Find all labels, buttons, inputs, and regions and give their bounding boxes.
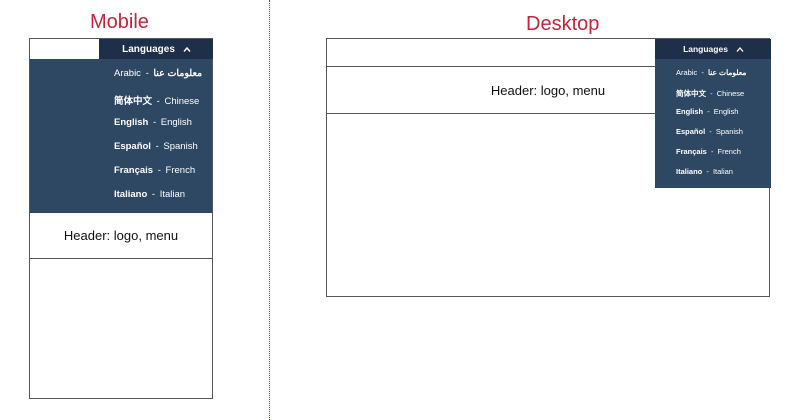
language-separator: - [156, 96, 160, 107]
language-native: Italiano [114, 189, 148, 200]
language-separator: - [145, 68, 149, 79]
language-english: English [160, 117, 192, 128]
mobile-frame: Languages Arabic - معلومات عنا 简体中文 - Ch… [29, 38, 213, 399]
language-separator: - [151, 189, 156, 200]
language-english: Italian [159, 189, 186, 200]
header-label: Header: logo, menu [490, 82, 606, 98]
desktop-title: Desktop [526, 13, 600, 35]
language-english: French [717, 147, 741, 156]
language-native: 简体中文 [676, 89, 706, 98]
language-native: Français [114, 165, 154, 176]
language-separator: - [709, 127, 712, 136]
language-native: Arabic [114, 68, 141, 79]
language-separator: - [707, 107, 710, 116]
language-native: Français [676, 147, 707, 156]
desktop-language-item-arabic[interactable]: Arabic - معلومات عنا [676, 68, 746, 77]
language-native: Español [676, 127, 706, 136]
language-english: French [165, 165, 196, 176]
language-native: Italiano [676, 167, 703, 176]
language-separator: - [706, 167, 709, 176]
language-separator: - [155, 141, 159, 152]
mobile-languages-button[interactable]: Languages [99, 39, 213, 59]
desktop-languages-menu: Arabic - معلومات عنا 简体中文 - Chinese Engl… [655, 59, 771, 188]
languages-label: Languages [122, 43, 175, 55]
mobile-title: Mobile [90, 11, 149, 33]
language-native: 简体中文 [114, 96, 153, 107]
language-english: English [713, 107, 739, 116]
desktop-language-item-french[interactable]: Français - French [676, 147, 741, 156]
language-english: Italian [712, 167, 733, 176]
mobile-language-item-french[interactable]: Français - French [114, 165, 195, 176]
desktop-language-item-spanish[interactable]: Español - Spanish [676, 127, 743, 136]
languages-label: Languages [683, 44, 728, 54]
language-separator: - [710, 89, 713, 98]
chevron-up-icon [183, 46, 191, 53]
desktop-frame: Header: logo, menu Languages Arabic - مع… [326, 38, 771, 297]
language-native: Español [114, 141, 151, 152]
desktop-language-item-chinese[interactable]: 简体中文 - Chinese [676, 88, 744, 99]
language-english: معلومات عنا [153, 68, 203, 79]
language-separator: - [152, 117, 157, 128]
mobile-language-item-arabic[interactable]: Arabic - معلومات عنا [114, 68, 202, 79]
section-divider [269, 0, 270, 420]
language-separator: - [157, 165, 161, 176]
desktop-language-item-english[interactable]: English - English [676, 107, 738, 116]
language-english: Chinese [164, 96, 200, 107]
mobile-language-item-italian[interactable]: Italiano - Italian [114, 189, 185, 200]
language-english: Chinese [716, 89, 745, 98]
language-separator: - [701, 68, 704, 77]
mobile-languages-menu: Arabic - معلومات عنا 简体中文 - Chinese Engl… [30, 59, 212, 213]
mobile-language-item-chinese[interactable]: 简体中文 - Chinese [114, 93, 199, 107]
language-native: English [114, 117, 149, 128]
language-separator: - [710, 147, 714, 156]
language-english: Spanish [163, 141, 198, 152]
language-native: Arabic [676, 68, 698, 77]
mobile-language-item-spanish[interactable]: Español - Spanish [114, 141, 198, 152]
header-label: Header: logo, menu [63, 228, 179, 243]
chevron-up-icon [736, 46, 744, 53]
language-native: English [676, 107, 704, 116]
language-english: Spanish [715, 127, 743, 136]
mobile-language-item-english[interactable]: English - English [114, 117, 192, 128]
language-english: معلومات عنا [707, 68, 747, 77]
desktop-languages-button[interactable]: Languages [655, 39, 771, 59]
mobile-header: Header: logo, menu [30, 213, 212, 259]
desktop-language-item-italian[interactable]: Italiano - Italian [676, 167, 733, 176]
